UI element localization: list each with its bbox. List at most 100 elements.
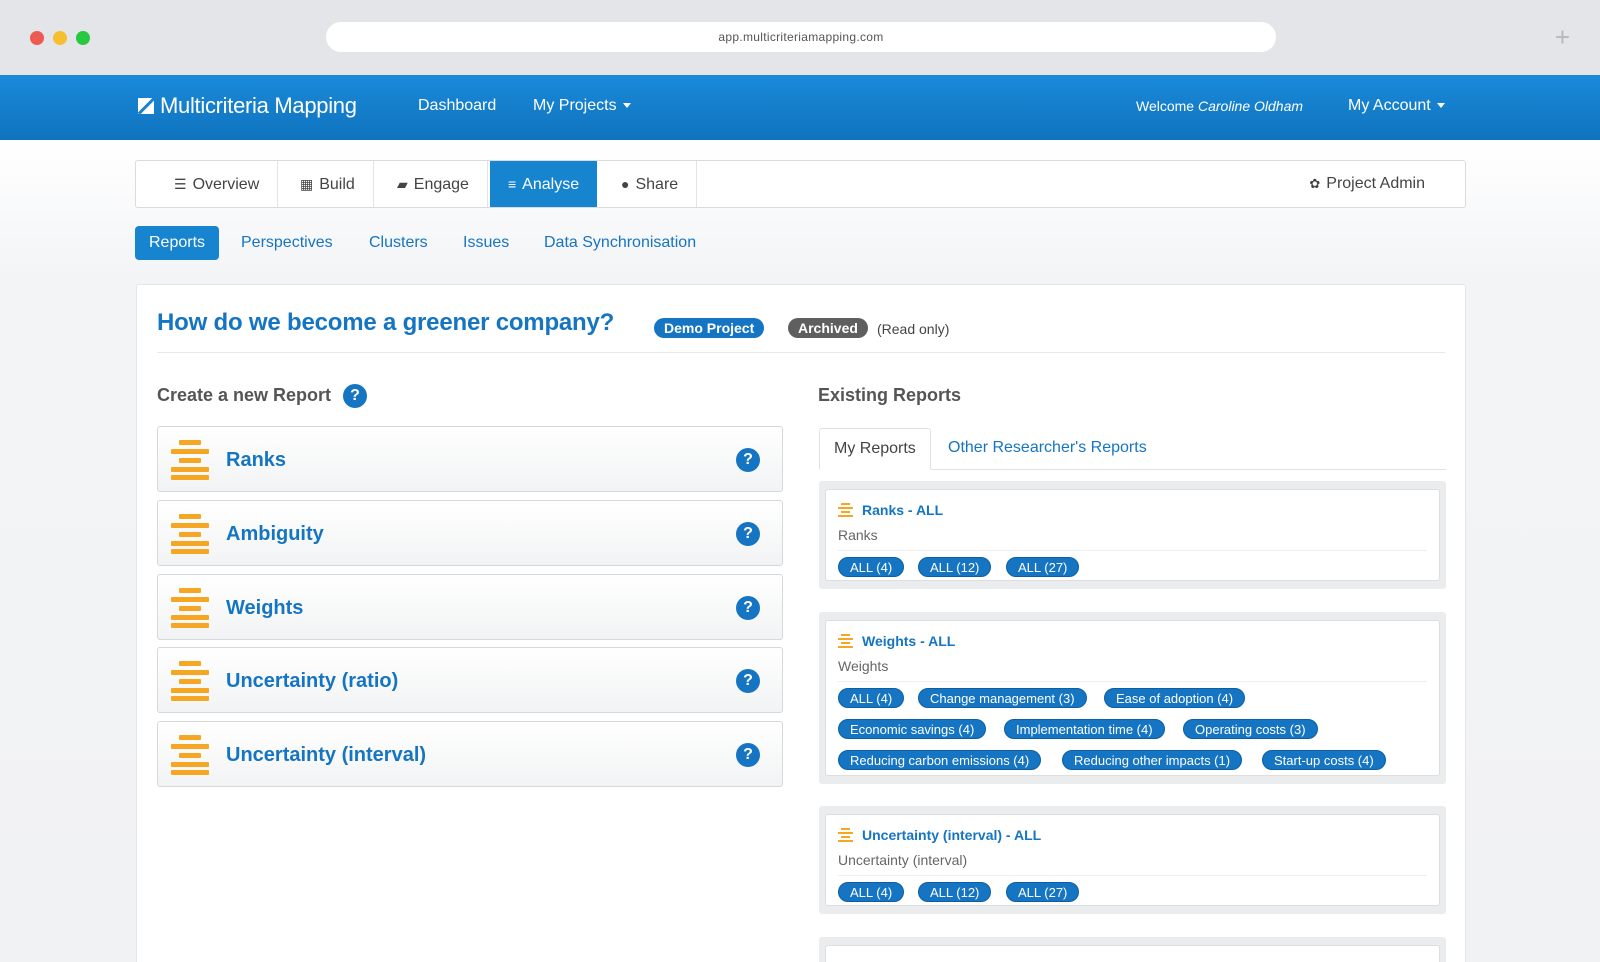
welcome-text: Welcome Caroline Oldham xyxy=(1136,98,1303,114)
project-admin-link[interactable]: ✿ Project Admin xyxy=(1309,161,1425,207)
subtab-reports[interactable]: Reports xyxy=(135,226,220,260)
nav-my-account[interactable]: My Account xyxy=(1348,97,1445,115)
nav-dashboard[interactable]: Dashboard xyxy=(418,97,496,115)
divider xyxy=(838,875,1427,876)
report-type-label: Uncertainty (interval) xyxy=(226,744,427,766)
analyse-bars-icon xyxy=(171,514,209,554)
chevron-down-icon xyxy=(1436,103,1445,109)
tab-other-researchers-reports[interactable]: Other Researcher's Reports xyxy=(934,428,1161,470)
analyse-icon: ≡ xyxy=(508,176,517,192)
tab-my-reports[interactable]: My Reports xyxy=(819,428,931,470)
report-type-label: Ambiguity xyxy=(226,523,324,545)
filter-pill[interactable]: Ease of adoption (4) xyxy=(1104,688,1246,708)
brand-name: Multicriteria Mapping xyxy=(160,93,357,118)
tab-build[interactable]: ▦ Build xyxy=(282,161,374,207)
main-tabs: ☰ Overview ▦ Build ▰ Engage ≡ Analyse ● Share… xyxy=(135,160,1466,208)
nav-my-projects-label: My Projects xyxy=(533,97,617,114)
create-report-heading: Create a new Report xyxy=(157,385,332,405)
analyse-bars-icon xyxy=(838,503,853,517)
list-icon: ☰ xyxy=(174,176,187,192)
filter-pill[interactable]: Reducing carbon emissions (4) xyxy=(838,750,1042,770)
brand-link[interactable]: Multicriteria Mapping xyxy=(138,93,357,119)
report-type-card[interactable]: Weights? xyxy=(157,574,783,640)
help-icon[interactable]: ? xyxy=(736,522,760,546)
report-title: Uncertainty (interval) - ALL xyxy=(862,827,1042,843)
subtab-perspectives[interactable]: Perspectives xyxy=(241,226,333,260)
help-icon[interactable]: ? xyxy=(343,384,367,408)
minimize-window-dot[interactable] xyxy=(53,31,67,45)
filter-pill[interactable]: ALL (27) xyxy=(1006,557,1080,577)
subtab-issues[interactable]: Issues xyxy=(463,226,509,260)
filter-pill[interactable]: ALL (27) xyxy=(1006,882,1080,902)
report-title-link[interactable]: Ranks - ALL xyxy=(838,502,943,518)
project-admin-label: Project Admin xyxy=(1326,175,1425,192)
report-box: Uncertainty (interval) - ALL Uncertainty… xyxy=(825,814,1440,906)
tab-analyse[interactable]: ≡ Analyse xyxy=(490,161,598,207)
report-type: Weights xyxy=(838,658,889,674)
report-type-label: Weights xyxy=(226,597,304,619)
help-icon[interactable]: ? xyxy=(736,669,760,693)
brand-logo-icon xyxy=(138,98,154,114)
existing-report-card: Weights - ALL Weights ALL (4) Change man… xyxy=(819,612,1446,784)
report-type-label: Ranks xyxy=(226,449,287,471)
read-only-note: (Read only) xyxy=(877,321,950,337)
report-box xyxy=(825,945,1440,962)
report-type: Uncertainty (interval) xyxy=(838,852,968,868)
subtab-data-synchronisation[interactable]: Data Synchronisation xyxy=(544,226,696,260)
subtab-clusters[interactable]: Clusters xyxy=(369,226,428,260)
report-title-link[interactable]: Uncertainty (interval) - ALL xyxy=(838,827,1041,843)
filter-pill[interactable]: Economic savings (4) xyxy=(838,719,987,739)
report-box: Weights - ALL Weights ALL (4) Change man… xyxy=(825,620,1440,776)
browser-chrome: app.multicriteriamapping.com + xyxy=(0,0,1600,75)
project-title: How do we become a greener company? xyxy=(157,309,615,336)
close-window-dot[interactable] xyxy=(30,31,44,45)
address-bar[interactable]: app.multicriteriamapping.com xyxy=(326,22,1276,52)
existing-report-card: Uncertainty (interval) - ALL Uncertainty… xyxy=(819,806,1446,914)
report-type-label: Uncertainty (ratio) xyxy=(226,670,399,692)
filter-pill[interactable]: ALL (12) xyxy=(918,882,992,902)
analyse-bars-icon xyxy=(838,634,853,648)
filter-pill[interactable]: ALL (4) xyxy=(838,882,905,902)
new-tab-icon[interactable]: + xyxy=(1555,24,1570,50)
report-title: Weights - ALL xyxy=(862,633,956,649)
tab-engage[interactable]: ▰ Engage xyxy=(379,161,488,207)
tab-build-label: Build xyxy=(319,176,355,193)
filter-pill[interactable]: ALL (4) xyxy=(838,557,905,577)
report-type-card[interactable]: Uncertainty (ratio)? xyxy=(157,647,783,713)
divider xyxy=(838,681,1427,682)
maximize-window-dot[interactable] xyxy=(76,31,90,45)
app-navbar: Multicriteria Mapping Dashboard My Proje… xyxy=(0,75,1600,140)
analyse-bars-icon xyxy=(171,661,209,701)
help-icon[interactable]: ? xyxy=(736,448,760,472)
report-type-card[interactable]: Ambiguity? xyxy=(157,500,783,566)
existing-report-card: Ranks - ALL Ranks ALL (4) ALL (12) ALL (… xyxy=(819,481,1446,589)
report-title: Ranks - ALL xyxy=(862,502,944,518)
chevron-down-icon xyxy=(622,103,631,109)
tab-overview-label: Overview xyxy=(192,176,260,193)
grid-icon: ▦ xyxy=(300,176,314,192)
tab-overview[interactable]: ☰ Overview xyxy=(156,161,279,207)
analyse-bars-icon xyxy=(171,588,209,628)
tab-engage-label: Engage xyxy=(413,176,469,193)
existing-report-card xyxy=(819,937,1446,962)
report-title-link[interactable]: Weights - ALL xyxy=(838,633,955,649)
tab-share[interactable]: ● Share xyxy=(603,161,698,207)
report-type: Ranks xyxy=(838,527,878,543)
report-type-card[interactable]: Uncertainty (interval)? xyxy=(157,721,783,787)
nav-my-account-label: My Account xyxy=(1348,97,1431,114)
analyse-bars-icon xyxy=(171,735,209,775)
filter-pill[interactable]: Implementation time (4) xyxy=(1004,719,1165,739)
help-icon[interactable]: ? xyxy=(736,743,760,767)
filter-pill[interactable]: ALL (12) xyxy=(918,557,992,577)
tab-analyse-label: Analyse xyxy=(522,176,580,193)
welcome-prefix: Welcome xyxy=(1136,98,1195,114)
filter-pill[interactable]: Reducing other impacts (1) xyxy=(1062,750,1243,770)
help-icon[interactable]: ? xyxy=(736,596,760,620)
nav-my-projects[interactable]: My Projects xyxy=(533,97,631,115)
filter-pill[interactable]: Start-up costs (4) xyxy=(1262,750,1386,770)
filter-pill[interactable]: ALL (4) xyxy=(838,688,905,708)
filter-pill[interactable]: Operating costs (3) xyxy=(1183,719,1318,739)
filter-pill[interactable]: Change management (3) xyxy=(918,688,1087,708)
demo-project-badge: Demo Project xyxy=(654,318,765,338)
report-type-card[interactable]: Ranks? xyxy=(157,426,783,492)
